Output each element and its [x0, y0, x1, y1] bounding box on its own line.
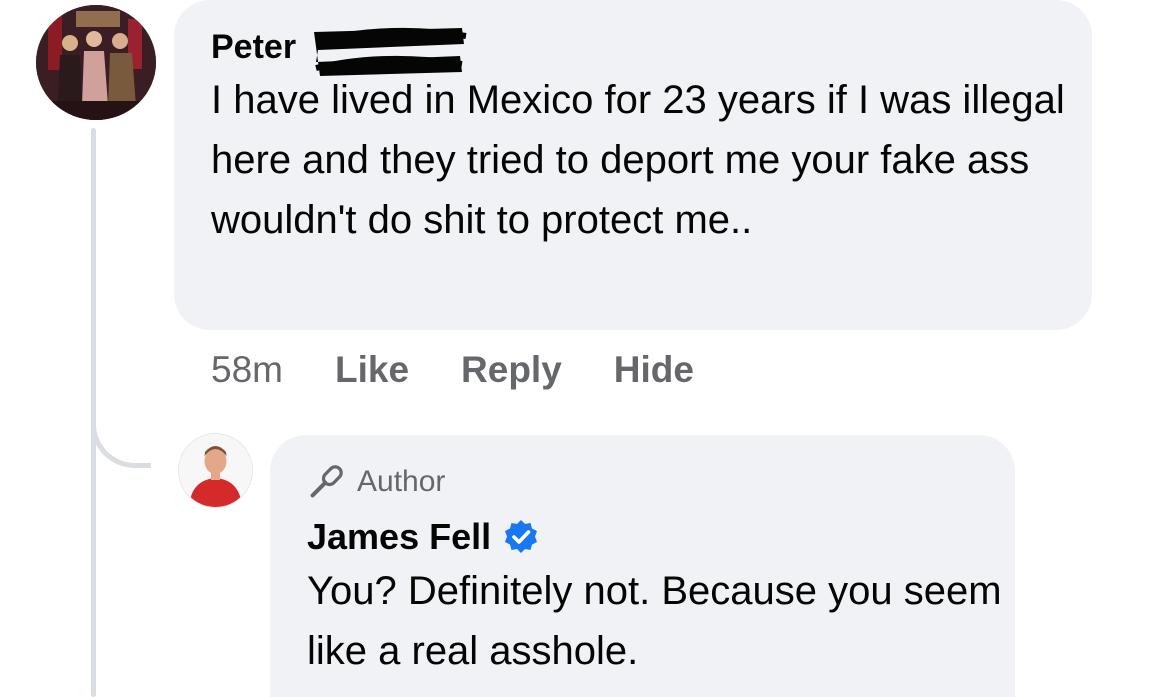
- microphone-icon: [310, 465, 343, 498]
- like-button[interactable]: Like: [335, 349, 409, 391]
- comment-timestamp[interactable]: 58m: [211, 349, 283, 391]
- reply-avatar[interactable]: [179, 434, 252, 507]
- reply-author-name[interactable]: James Fell: [307, 516, 491, 558]
- thread-connector: [91, 400, 151, 468]
- comment-actions: 58m Like Reply Hide: [211, 342, 746, 398]
- reply-text: You? Definitely not. Because you seem li…: [307, 569, 1002, 673]
- comment-text: I have lived in Mexico for 23 years if I…: [211, 78, 1065, 242]
- avatar[interactable]: [36, 5, 156, 120]
- reply-author-name-row: James Fell: [307, 515, 539, 559]
- author-badge: Author: [307, 462, 445, 502]
- author-badge-label: Author: [357, 465, 446, 498]
- reply-button[interactable]: Reply: [461, 349, 562, 391]
- verified-badge-icon: [503, 519, 539, 555]
- hide-button[interactable]: Hide: [614, 349, 694, 391]
- comment-author-name[interactable]: Peter: [211, 27, 296, 67]
